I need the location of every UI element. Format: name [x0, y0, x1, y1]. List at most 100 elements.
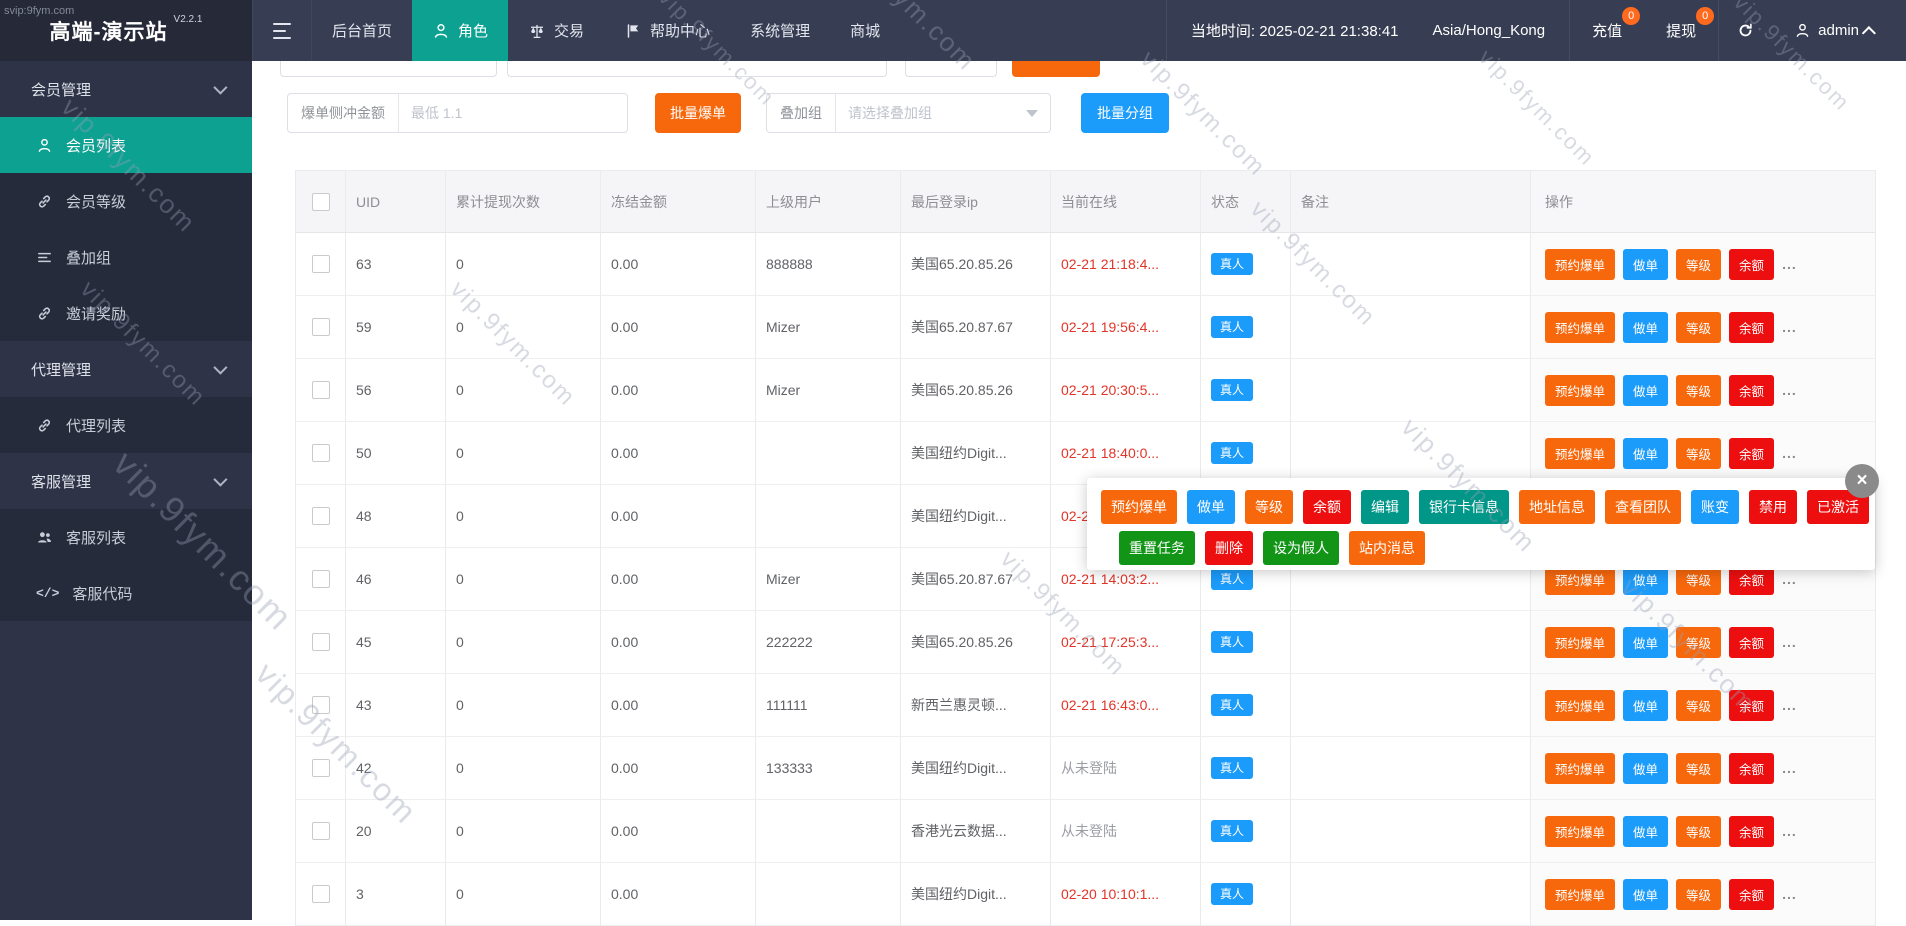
row-action-button[interactable]: 余额 [1729, 816, 1774, 847]
row-action-button[interactable]: 等级 [1676, 312, 1721, 343]
sidebar-item[interactable]: 会员列表 [0, 117, 252, 173]
row-action-button[interactable]: 做单 [1623, 627, 1668, 658]
more-actions-button[interactable]: ... [1782, 697, 1797, 713]
row-action-button[interactable]: 余额 [1729, 627, 1774, 658]
row-action-button[interactable]: 等级 [1676, 816, 1721, 847]
sidebar-section-header[interactable]: 会员管理 [0, 61, 252, 117]
more-actions-button[interactable]: ... [1782, 886, 1797, 902]
row-checkbox[interactable] [312, 759, 330, 777]
row-action-button[interactable]: 等级 [1676, 690, 1721, 721]
row-action-button[interactable]: 预约爆单 [1545, 816, 1615, 847]
row-action-button[interactable]: 做单 [1623, 690, 1668, 721]
row-action-button[interactable]: 余额 [1729, 312, 1774, 343]
sidebar-section-header[interactable]: 客服管理 [0, 453, 252, 509]
row-action-button[interactable]: 预约爆单 [1545, 249, 1615, 280]
sidebar-item[interactable]: </>客服代码 [0, 565, 252, 621]
withdraw-button[interactable]: 提现 0 [1644, 0, 1718, 61]
row-action-button[interactable]: 等级 [1676, 753, 1721, 784]
nav-item[interactable]: 商城 [830, 0, 900, 61]
nav-item[interactable]: 后台首页 [312, 0, 412, 61]
sidebar-section-header[interactable]: 代理管理 [0, 341, 252, 397]
popup-action-button[interactable]: 地址信息 [1519, 490, 1595, 524]
user-menu[interactable]: admin [1772, 22, 1906, 39]
row-action-button[interactable]: 做单 [1623, 879, 1668, 910]
sidebar-item[interactable]: 客服列表 [0, 509, 252, 565]
row-action-button[interactable]: 预约爆单 [1545, 753, 1615, 784]
close-icon: × [1856, 470, 1867, 492]
row-action-button[interactable]: 做单 [1623, 312, 1668, 343]
nav-item[interactable]: 帮助中心 [604, 0, 730, 61]
nav-item[interactable]: 系统管理 [730, 0, 830, 61]
sidebar-item[interactable]: 代理列表 [0, 397, 252, 453]
row-action-button[interactable]: 等级 [1676, 627, 1721, 658]
batch-group-button[interactable]: 批量分组 [1081, 93, 1169, 133]
popup-action-button[interactable]: 查看团队 [1605, 490, 1681, 524]
row-action-button[interactable]: 等级 [1676, 879, 1721, 910]
row-action-button[interactable]: 做单 [1623, 816, 1668, 847]
row-action-button[interactable]: 预约爆单 [1545, 627, 1615, 658]
batch-burst-button[interactable]: 批量爆单 [655, 93, 741, 133]
row-action-button[interactable]: 预约爆单 [1545, 690, 1615, 721]
row-checkbox[interactable] [312, 885, 330, 903]
row-checkbox[interactable] [312, 318, 330, 336]
popup-action-button[interactable]: 站内消息 [1349, 531, 1425, 565]
row-action-button[interactable]: 余额 [1729, 249, 1774, 280]
row-action-button[interactable]: 等级 [1676, 375, 1721, 406]
row-action-button[interactable]: 做单 [1623, 375, 1668, 406]
popup-action-button[interactable]: 等级 [1245, 490, 1293, 524]
row-action-button[interactable]: 余额 [1729, 375, 1774, 406]
popup-action-button[interactable]: 余额 [1303, 490, 1351, 524]
more-actions-button[interactable]: ... [1782, 571, 1797, 587]
popup-action-button[interactable]: 删除 [1205, 531, 1253, 565]
burst-amount-input[interactable] [399, 94, 627, 132]
row-action-button[interactable]: 余额 [1729, 879, 1774, 910]
more-actions-button[interactable]: ... [1782, 382, 1797, 398]
more-actions-button[interactable]: ... [1782, 823, 1797, 839]
sidebar-item-label: 代理列表 [66, 415, 126, 436]
popup-action-button[interactable]: 编辑 [1361, 490, 1409, 524]
row-action-button[interactable]: 预约爆单 [1545, 438, 1615, 469]
row-checkbox[interactable] [312, 255, 330, 273]
nav-item[interactable]: 角色 [412, 0, 508, 61]
row-checkbox[interactable] [312, 381, 330, 399]
popup-close-button[interactable]: × [1845, 464, 1879, 498]
row-checkbox[interactable] [312, 507, 330, 525]
sidebar-toggle-button[interactable] [252, 0, 312, 61]
stack-group-select[interactable]: 请选择叠加组 [836, 94, 1050, 132]
row-action-button[interactable]: 等级 [1676, 438, 1721, 469]
more-actions-button[interactable]: ... [1782, 445, 1797, 461]
row-action-button[interactable]: 做单 [1623, 753, 1668, 784]
popup-action-button[interactable]: 账变 [1691, 490, 1739, 524]
more-actions-button[interactable]: ... [1782, 256, 1797, 272]
refresh-button[interactable] [1718, 0, 1772, 61]
popup-action-button[interactable]: 重置任务 [1119, 531, 1195, 565]
row-action-button[interactable]: 余额 [1729, 690, 1774, 721]
row-checkbox[interactable] [312, 822, 330, 840]
row-action-button[interactable]: 等级 [1676, 249, 1721, 280]
row-action-button[interactable]: 做单 [1623, 438, 1668, 469]
sidebar-item[interactable]: 邀请奖励 [0, 285, 252, 341]
row-checkbox[interactable] [312, 696, 330, 714]
more-actions-button[interactable]: ... [1782, 634, 1797, 650]
select-all-checkbox[interactable] [312, 193, 330, 211]
nav-item[interactable]: 交易 [508, 0, 604, 61]
more-actions-button[interactable]: ... [1782, 760, 1797, 776]
popup-action-button[interactable]: 做单 [1187, 490, 1235, 524]
sidebar-item[interactable]: 叠加组 [0, 229, 252, 285]
sidebar-item[interactable]: 会员等级 [0, 173, 252, 229]
popup-action-button[interactable]: 预约爆单 [1101, 490, 1177, 524]
popup-action-button[interactable]: 银行卡信息 [1419, 490, 1509, 524]
row-action-button[interactable]: 余额 [1729, 438, 1774, 469]
popup-action-button[interactable]: 设为假人 [1263, 531, 1339, 565]
row-action-button[interactable]: 预约爆单 [1545, 879, 1615, 910]
row-action-button[interactable]: 做单 [1623, 249, 1668, 280]
popup-action-button[interactable]: 禁用 [1749, 490, 1797, 524]
row-checkbox[interactable] [312, 444, 330, 462]
row-action-button[interactable]: 预约爆单 [1545, 375, 1615, 406]
more-actions-button[interactable]: ... [1782, 319, 1797, 335]
row-checkbox[interactable] [312, 570, 330, 588]
row-checkbox[interactable] [312, 633, 330, 651]
row-action-button[interactable]: 预约爆单 [1545, 312, 1615, 343]
recharge-button[interactable]: 充值 0 [1570, 0, 1644, 61]
row-action-button[interactable]: 余额 [1729, 753, 1774, 784]
